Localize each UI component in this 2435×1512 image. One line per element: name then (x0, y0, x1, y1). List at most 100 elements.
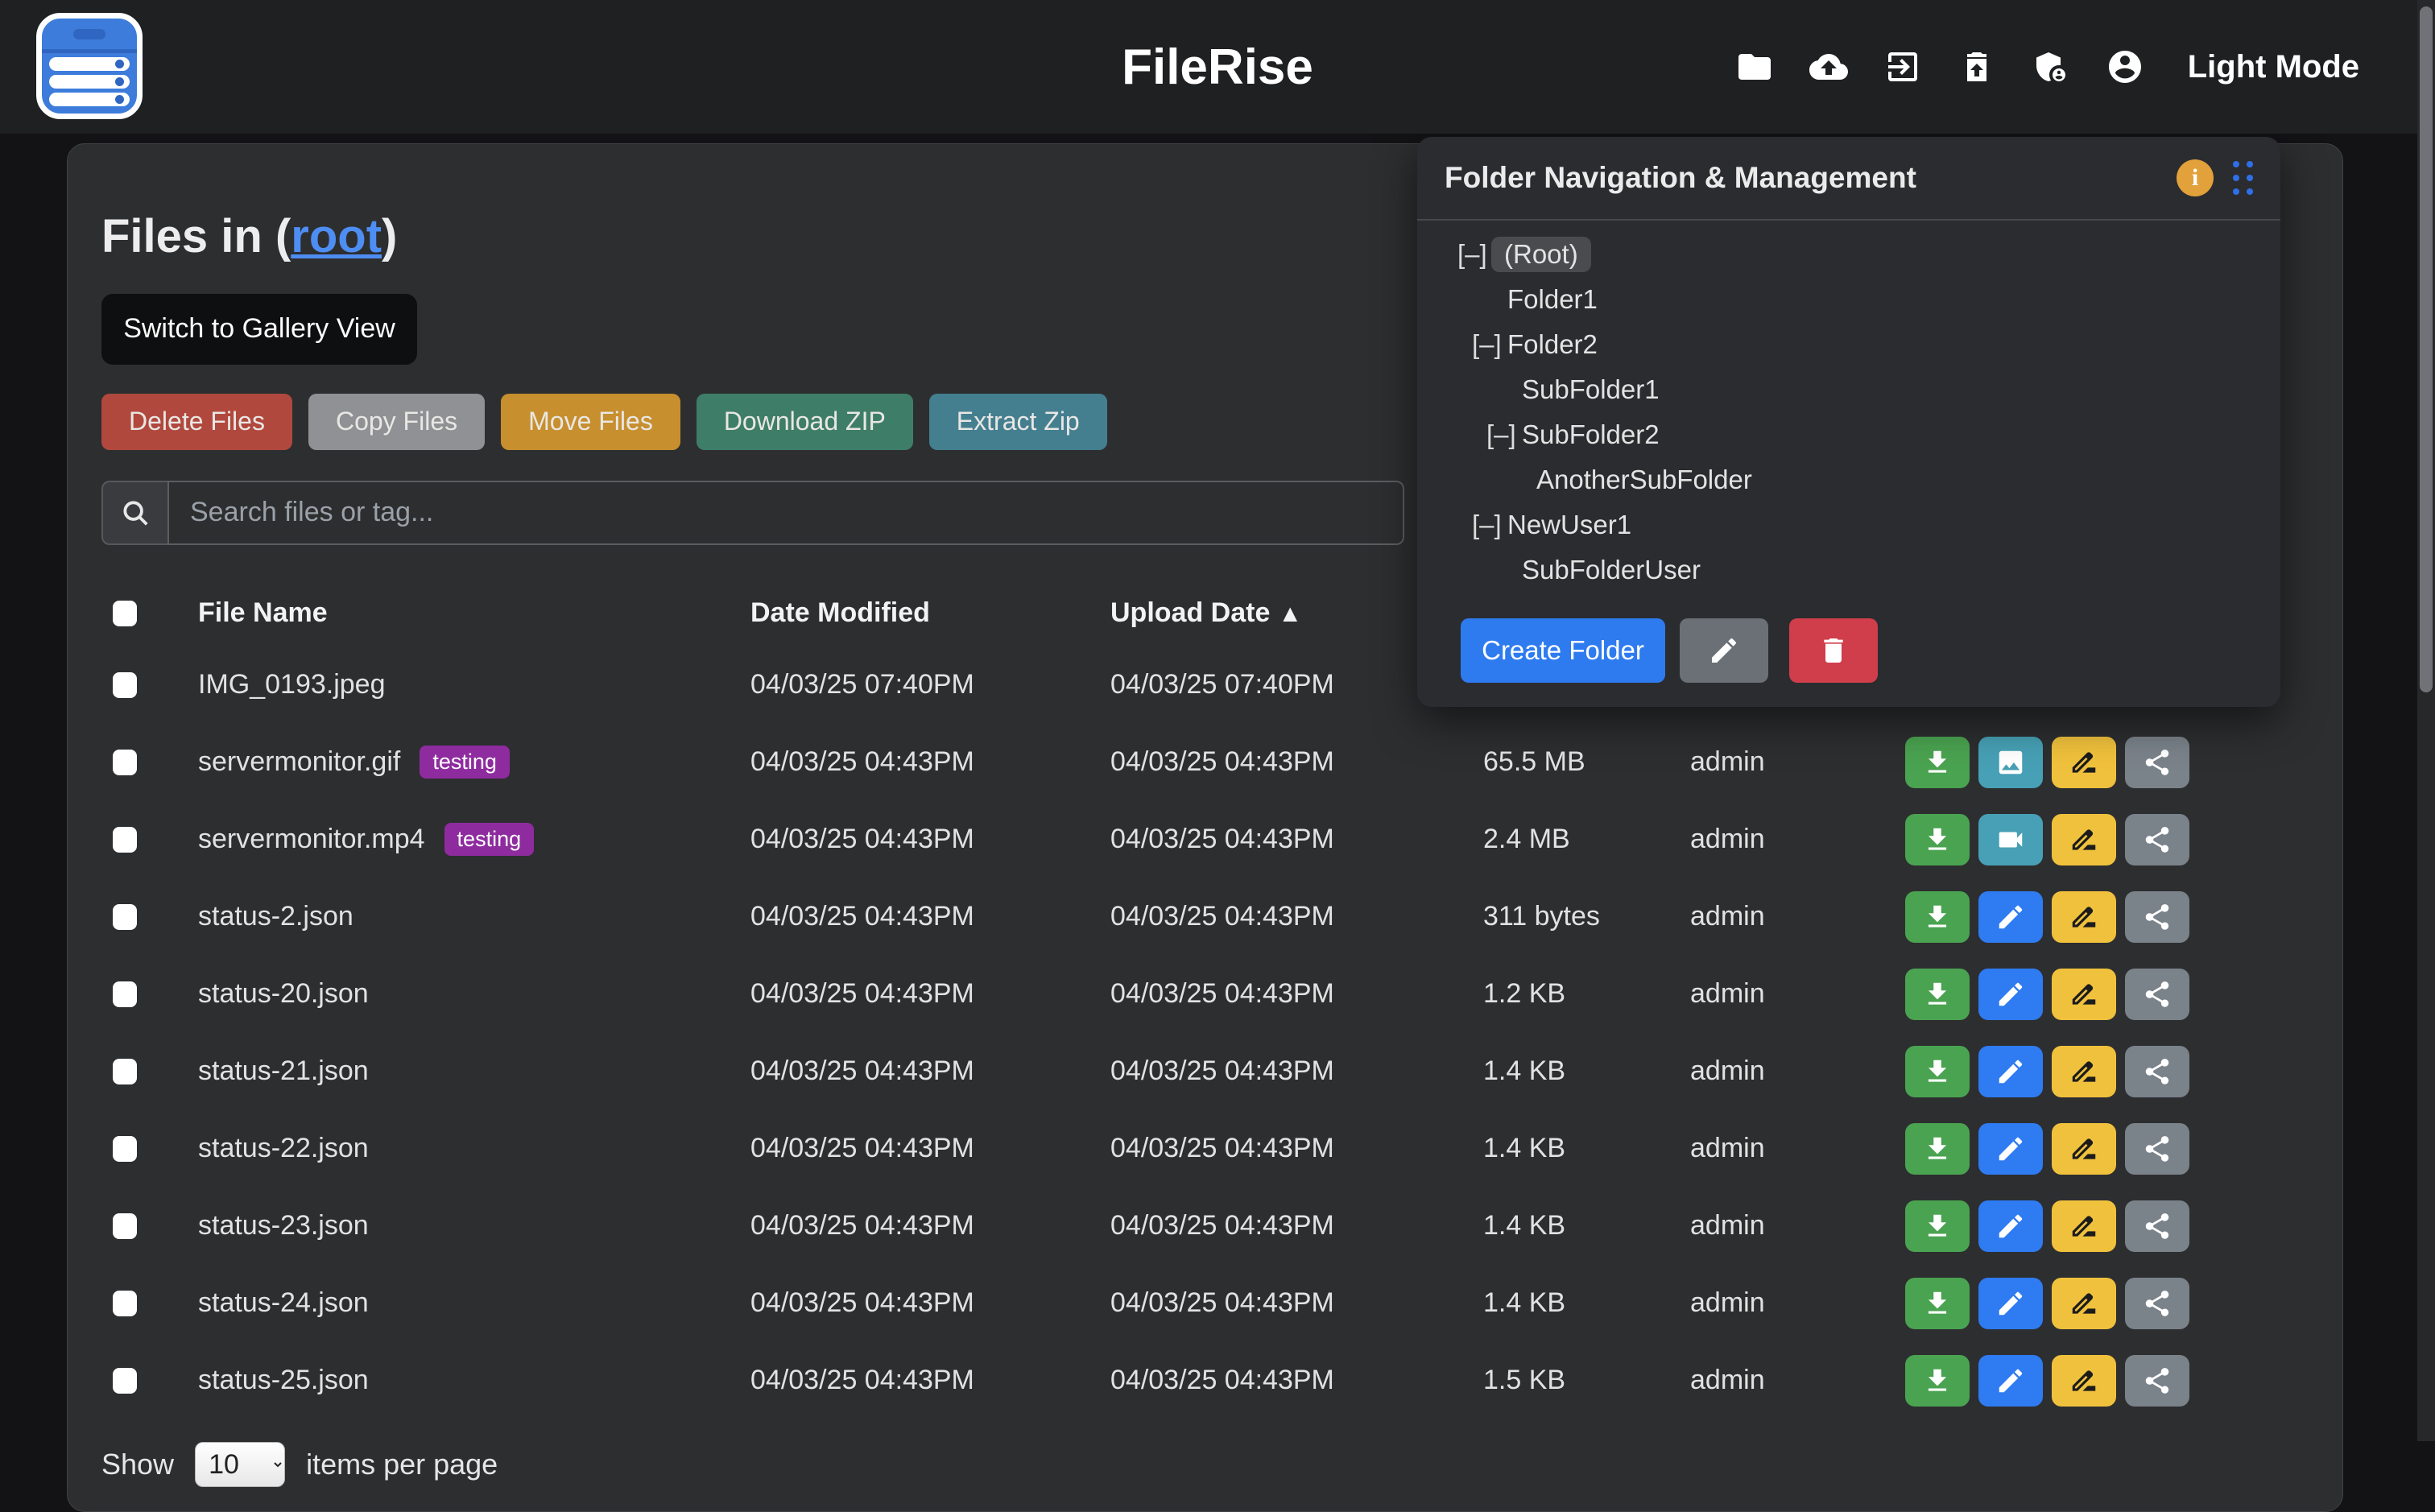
download-button[interactable] (1905, 1355, 1970, 1407)
table-row: status-21.json 04/03/25 04:43PM 04/03/25… (101, 1033, 2309, 1110)
search-icon (101, 481, 167, 545)
date-modified: 04/03/25 04:43PM (750, 1365, 1110, 1396)
folder-tree-item-folder1[interactable]: [–] Folder1 (1417, 277, 2280, 322)
rename-button[interactable] (2052, 1046, 2116, 1097)
edit-button[interactable] (1978, 1200, 2043, 1252)
folder-tree-item-folder2[interactable]: [–] Folder2 (1417, 322, 2280, 367)
row-checkbox[interactable] (113, 672, 137, 698)
table-row: servermonitor.gif testing 04/03/25 04:43… (101, 724, 2309, 801)
download-button[interactable] (1905, 1123, 1970, 1175)
toolbar-button-download-zip[interactable]: Download ZIP (697, 394, 913, 450)
date-modified: 04/03/25 04:43PM (750, 824, 1110, 855)
share-button[interactable] (2125, 814, 2189, 865)
row-checkbox[interactable] (113, 904, 137, 930)
share-button[interactable] (2125, 737, 2189, 788)
toolbar-button-move-files[interactable]: Move Files (501, 394, 680, 450)
cloud-upload-icon[interactable] (1808, 46, 1850, 88)
root-folder-link[interactable]: root (291, 210, 382, 262)
download-button[interactable] (1905, 891, 1970, 943)
account-icon[interactable] (2104, 46, 2146, 88)
download-button[interactable] (1905, 1278, 1970, 1329)
rename-button[interactable] (2052, 737, 2116, 788)
info-icon[interactable]: i (2177, 159, 2214, 196)
window-scrollbar (2417, 0, 2435, 1441)
download-button[interactable] (1905, 1200, 1970, 1252)
download-button[interactable] (1905, 737, 1970, 788)
download-button[interactable] (1905, 1046, 1970, 1097)
row-checkbox[interactable] (113, 827, 137, 853)
gallery-view-button[interactable]: Switch to Gallery View (101, 294, 417, 365)
edit-button[interactable] (1978, 1278, 2043, 1329)
tree-toggle[interactable]: [–] (1472, 329, 1507, 360)
delete-folder-button[interactable] (1789, 618, 1878, 683)
folder-tree-item-newuser1[interactable]: [–] NewUser1 (1417, 502, 2280, 547)
uploader: admin (1690, 746, 1905, 778)
uploader: admin (1690, 1133, 1905, 1164)
share-button[interactable] (2125, 891, 2189, 943)
folder-icon[interactable] (1734, 46, 1776, 88)
rename-folder-button[interactable] (1680, 618, 1768, 683)
row-checkbox[interactable] (113, 981, 137, 1007)
preview-video-button[interactable] (1978, 814, 2043, 865)
row-checkbox[interactable] (113, 750, 137, 775)
rename-button[interactable] (2052, 969, 2116, 1020)
preview-image-button[interactable] (1978, 737, 2043, 788)
folder-tree-item-subfolder1[interactable]: [–] SubFolder1 (1417, 367, 2280, 412)
edit-button[interactable] (1978, 969, 2043, 1020)
row-checkbox[interactable] (113, 1291, 137, 1316)
download-button[interactable] (1905, 814, 1970, 865)
tree-label: NewUser1 (1507, 510, 1631, 540)
rename-button[interactable] (2052, 1200, 2116, 1252)
share-button[interactable] (2125, 1355, 2189, 1407)
column-date-modified[interactable]: Date Modified (750, 597, 1110, 629)
admin-shield-icon[interactable] (2030, 46, 2072, 88)
drag-handle-icon[interactable] (2233, 161, 2253, 195)
scrollbar-thumb[interactable] (2420, 6, 2433, 692)
rename-button[interactable] (2052, 1355, 2116, 1407)
trash-restore-icon[interactable] (1956, 46, 1998, 88)
file-size: 311 bytes (1483, 901, 1690, 932)
tree-toggle[interactable]: [–] (1486, 419, 1522, 450)
folder-tree-item-subfolder2[interactable]: [–] SubFolder2 (1417, 412, 2280, 457)
edit-button[interactable] (1978, 1046, 2043, 1097)
row-actions (1905, 737, 2309, 788)
folder-tree-item-subfolderuser[interactable]: [–] SubFolderUser (1417, 547, 2280, 593)
row-checkbox[interactable] (113, 1213, 137, 1239)
row-checkbox[interactable] (113, 1368, 137, 1394)
row-checkbox[interactable] (113, 1136, 137, 1162)
table-row: status-20.json 04/03/25 04:43PM 04/03/25… (101, 956, 2309, 1033)
create-folder-button[interactable]: Create Folder (1461, 618, 1665, 683)
toolbar-button-delete-files[interactable]: Delete Files (101, 394, 292, 450)
share-button[interactable] (2125, 1278, 2189, 1329)
download-button[interactable] (1905, 969, 1970, 1020)
items-per-page-select[interactable]: 10 (195, 1442, 285, 1487)
logout-icon[interactable] (1882, 46, 1924, 88)
rename-button[interactable] (2052, 1278, 2116, 1329)
date-modified: 04/03/25 04:43PM (750, 1287, 1110, 1319)
share-button[interactable] (2125, 1123, 2189, 1175)
folder-tree-item-anothersubfolder[interactable]: [–] AnotherSubFolder (1417, 457, 2280, 502)
row-checkbox[interactable] (113, 1059, 137, 1084)
rename-button[interactable] (2052, 891, 2116, 943)
rename-button[interactable] (2052, 1123, 2116, 1175)
rename-button[interactable] (2052, 814, 2116, 865)
column-file-name[interactable]: File Name (198, 597, 750, 629)
edit-button[interactable] (1978, 891, 2043, 943)
file-size: 65.5 MB (1483, 746, 1690, 778)
toolbar-button-copy-files[interactable]: Copy Files (308, 394, 485, 450)
share-button[interactable] (2125, 1046, 2189, 1097)
edit-button[interactable] (1978, 1355, 2043, 1407)
date-modified: 04/03/25 04:43PM (750, 1133, 1110, 1164)
sort-asc-icon: ▲ (1278, 601, 1302, 627)
edit-button[interactable] (1978, 1123, 2043, 1175)
file-name: status-22.json (198, 1133, 369, 1164)
toolbar-button-extract-zip[interactable]: Extract Zip (929, 394, 1107, 450)
select-all-checkbox[interactable] (113, 601, 137, 626)
light-mode-toggle[interactable]: Light Mode (2188, 49, 2359, 85)
tree-toggle[interactable]: [–] (1472, 510, 1507, 540)
share-button[interactable] (2125, 1200, 2189, 1252)
share-button[interactable] (2125, 969, 2189, 1020)
search-input[interactable] (167, 481, 1404, 545)
tree-toggle[interactable]: [–] (1457, 239, 1493, 270)
folder-tree-item--root-[interactable]: [–] (Root) (1417, 232, 2280, 277)
